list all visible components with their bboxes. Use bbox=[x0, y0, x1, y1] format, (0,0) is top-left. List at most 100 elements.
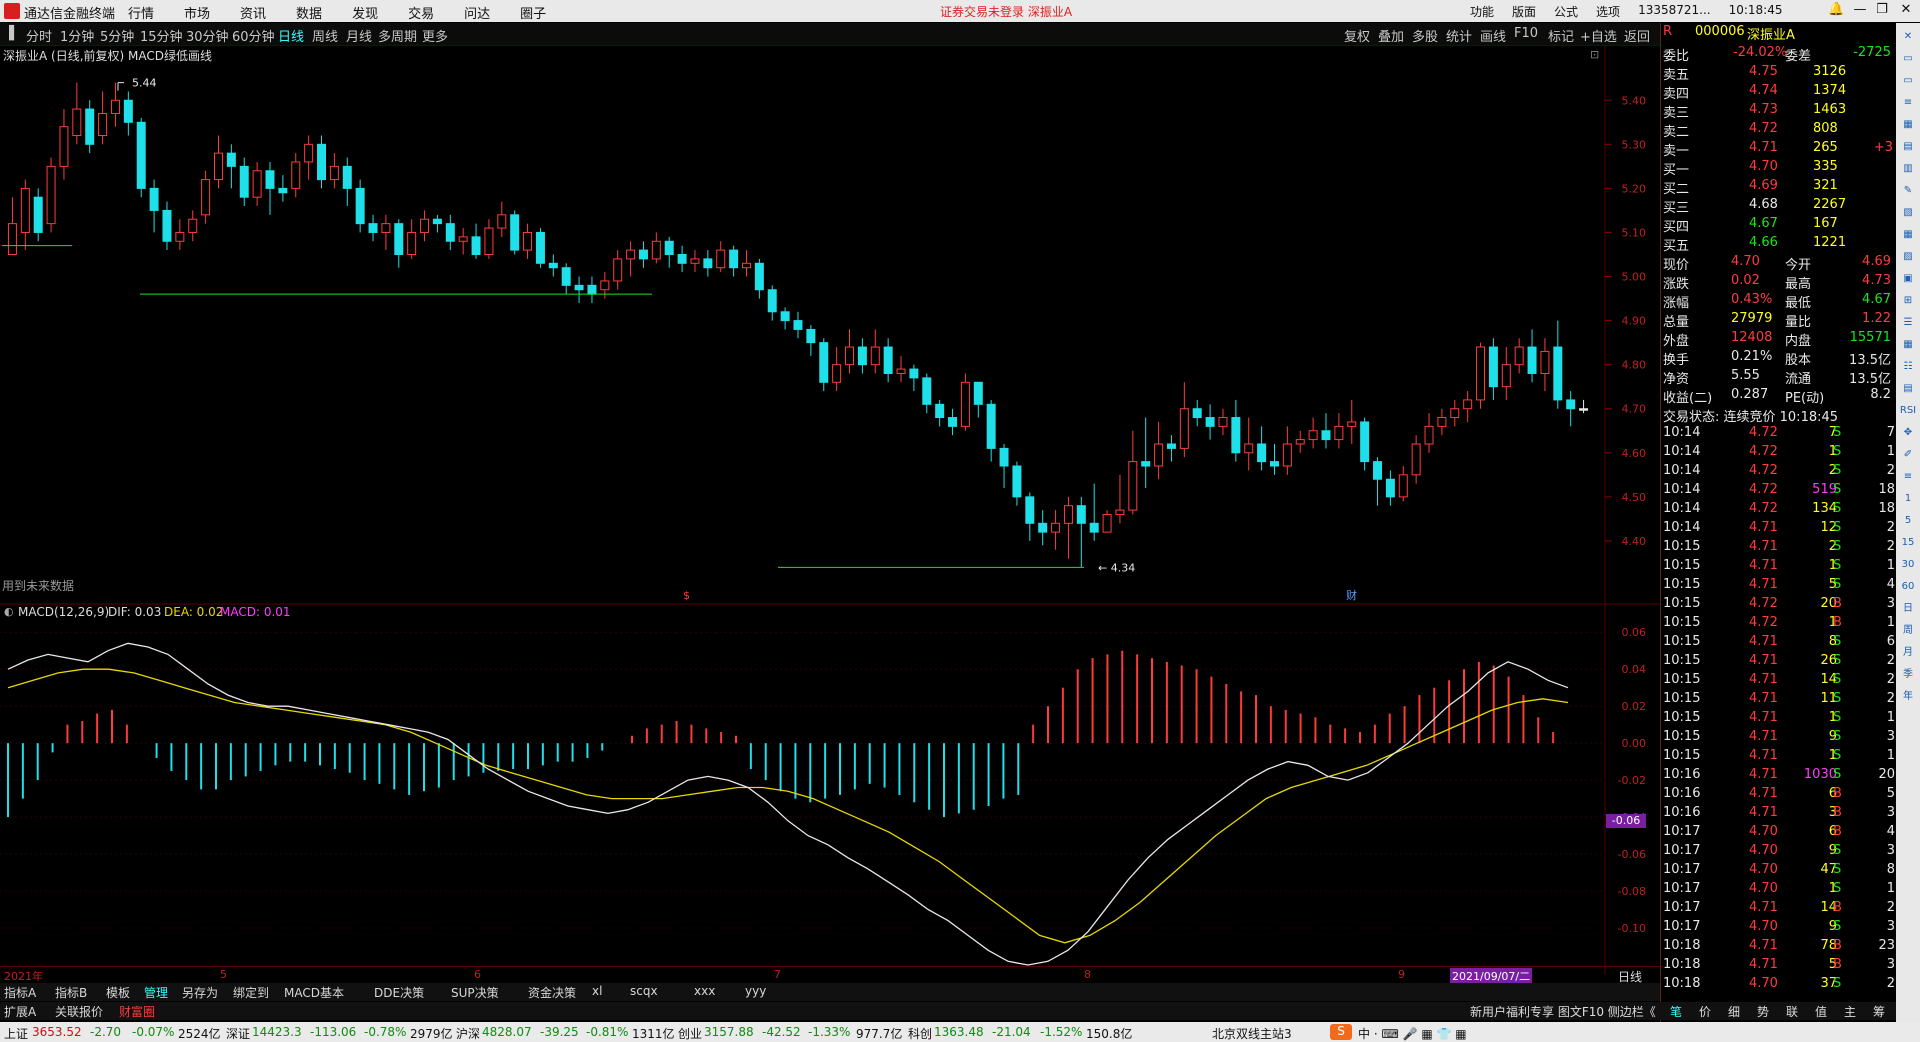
right-tab[interactable]: 值 bbox=[1815, 1003, 1827, 1020]
index-sh-name[interactable]: 上证 bbox=[4, 1025, 28, 1042]
report-icon[interactable]: ▤ bbox=[1899, 381, 1917, 397]
period-daily[interactable]: 日线 bbox=[278, 26, 304, 45]
menu-function[interactable]: 功能 bbox=[1470, 3, 1494, 20]
menu-formula[interactable]: 公式 bbox=[1554, 3, 1578, 20]
menu-discover[interactable]: 发现 bbox=[352, 3, 378, 22]
period-month-icon[interactable]: 月 bbox=[1899, 645, 1917, 661]
index-hs-name[interactable]: 沪深 bbox=[456, 1025, 480, 1042]
tool-draw[interactable]: 画线 bbox=[1480, 26, 1506, 45]
indicator-tab[interactable]: xxx bbox=[694, 984, 715, 998]
tool-add-favorite[interactable]: +自选 bbox=[1580, 26, 1617, 45]
menu-info[interactable]: 资讯 bbox=[240, 3, 266, 22]
indicator-tab[interactable]: SUP决策 bbox=[451, 984, 499, 1001]
tool-mark[interactable]: 标记 bbox=[1548, 26, 1574, 45]
menu-market[interactable]: 市场 bbox=[184, 3, 210, 22]
period-monthly[interactable]: 月线 bbox=[346, 26, 372, 45]
layout-icon[interactable]: ▭ bbox=[1899, 73, 1917, 89]
right-tab[interactable]: 主 bbox=[1844, 1003, 1856, 1020]
chart-icon[interactable]: ▥ bbox=[1899, 161, 1917, 177]
right-tab[interactable]: 价 bbox=[1699, 1003, 1711, 1020]
table-icon[interactable]: ▤ bbox=[1899, 139, 1917, 155]
period-item[interactable]: ▐ bbox=[4, 26, 14, 41]
period-5min[interactable]: 5分钟 bbox=[100, 26, 134, 45]
indicator-tab[interactable]: MACD基本 bbox=[284, 984, 344, 1001]
indicator-tab[interactable]: 模板 bbox=[106, 984, 130, 1001]
indicator-tab[interactable]: 管理 bbox=[144, 984, 168, 1001]
indicator-tab[interactable]: 资金决策 bbox=[528, 984, 576, 1001]
move-icon[interactable]: ✥ bbox=[1899, 425, 1917, 441]
pen-icon[interactable]: ✐ bbox=[1899, 447, 1917, 463]
lines-icon[interactable]: ≡ bbox=[1899, 469, 1917, 485]
period-intraday[interactable]: 分时 bbox=[26, 26, 52, 45]
indicator-tab[interactable]: 绑定到 bbox=[233, 984, 269, 1001]
period-60min[interactable]: 60分钟 bbox=[232, 26, 275, 45]
macd-chart[interactable]: ◐ MACD(12,26,9) DIF: 0.03 DEA: 0.02 MACD… bbox=[0, 605, 1660, 975]
period-1-icon[interactable]: 1 bbox=[1899, 491, 1917, 507]
promo-bar[interactable]: 新用户福利专享 图文F10 侧边栏《 bbox=[1470, 1003, 1656, 1020]
indicator-tab[interactable]: 另存为 bbox=[182, 984, 218, 1001]
index-sz-name[interactable]: 深证 bbox=[226, 1025, 250, 1042]
f10-icon[interactable]: ▨ bbox=[1899, 249, 1917, 265]
tool-overlay[interactable]: 叠加 bbox=[1378, 26, 1404, 45]
extension-tab[interactable]: 财富圈 bbox=[119, 1003, 155, 1020]
right-tab[interactable]: 联 bbox=[1786, 1003, 1798, 1020]
period-30-icon[interactable]: 30 bbox=[1899, 557, 1917, 573]
indicator-tab[interactable]: yyy bbox=[745, 984, 766, 998]
close-panel-icon[interactable]: ✕ bbox=[1899, 29, 1917, 45]
index-kc-name[interactable]: 科创 bbox=[908, 1025, 932, 1042]
period-multi[interactable]: 多周期 bbox=[378, 26, 417, 45]
right-tab[interactable]: 笔 bbox=[1670, 1003, 1682, 1020]
indicator-tab[interactable]: scqx bbox=[630, 984, 658, 998]
period-5-icon[interactable]: 5 bbox=[1899, 513, 1917, 529]
period-weekly[interactable]: 周线 bbox=[312, 26, 338, 45]
period-more[interactable]: 更多 bbox=[422, 26, 448, 45]
draw-icon[interactable]: ✎ bbox=[1899, 183, 1917, 199]
tool-back[interactable]: 返回 bbox=[1624, 26, 1650, 45]
menu-circle[interactable]: 圈子 bbox=[520, 3, 546, 22]
multi-icon[interactable]: ⊞ bbox=[1899, 293, 1917, 309]
indicator-tab[interactable]: 指标B bbox=[55, 984, 87, 1001]
indicator-tab[interactable]: 指标A bbox=[4, 984, 36, 1001]
index-cy-name[interactable]: 创业 bbox=[678, 1025, 702, 1042]
period-quarter-icon[interactable]: 季 bbox=[1899, 667, 1917, 683]
server-name[interactable]: 北京双线主站3 bbox=[1212, 1025, 1292, 1042]
menu-data[interactable]: 数据 bbox=[296, 3, 322, 22]
period-week-icon[interactable]: 周 bbox=[1899, 623, 1917, 639]
period-15-icon[interactable]: 15 bbox=[1899, 535, 1917, 551]
period-day-icon[interactable]: 日 bbox=[1899, 601, 1917, 617]
menu-icon[interactable]: ☰ bbox=[1899, 315, 1917, 331]
menu-trade[interactable]: 交易 bbox=[408, 3, 434, 22]
maximize-icon[interactable]: ❐ bbox=[1874, 2, 1890, 18]
indicator-tab[interactable]: DDE决策 bbox=[374, 984, 424, 1001]
quote-icon[interactable]: ▦ bbox=[1899, 337, 1917, 353]
extension-tab[interactable]: 关联报价 bbox=[55, 1003, 103, 1020]
extension-tab[interactable]: 扩展A bbox=[4, 1003, 36, 1020]
menu-ask[interactable]: 问达 bbox=[464, 3, 490, 22]
sector-icon[interactable]: ▧ bbox=[1899, 205, 1917, 221]
news-icon[interactable]: ▣ bbox=[1899, 271, 1917, 287]
period-1min[interactable]: 1分钟 bbox=[60, 26, 94, 45]
right-tab[interactable]: 势 bbox=[1757, 1003, 1769, 1020]
ime-lang-icon[interactable]: 中 · ⌨ 🎤 ▦ 👕 ▦ bbox=[1358, 1025, 1467, 1042]
right-tab[interactable]: 筹 bbox=[1873, 1003, 1885, 1020]
menu-quotes[interactable]: 行情 bbox=[128, 3, 154, 22]
menu-layout[interactable]: 版面 bbox=[1512, 3, 1536, 20]
indicator-tab[interactable]: xl bbox=[592, 984, 602, 998]
candlestick-chart[interactable]: 深振业A (日线,前复权) MACD绿低画线 ⊡ 用到未来数据 5.40 5.30… bbox=[0, 45, 1660, 605]
tool-multi-stock[interactable]: 多股 bbox=[1412, 26, 1438, 45]
tool-adjust[interactable]: 复权 bbox=[1344, 26, 1370, 45]
menu-options[interactable]: 选项 bbox=[1596, 3, 1620, 20]
board-icon[interactable]: ▦ bbox=[1899, 227, 1917, 243]
bell-icon[interactable]: 🔔 bbox=[1828, 2, 1844, 18]
rsi-icon[interactable]: RSI bbox=[1899, 403, 1917, 419]
period-30min[interactable]: 30分钟 bbox=[186, 26, 229, 45]
window-icon[interactable]: ▭ bbox=[1899, 51, 1917, 67]
right-tab[interactable]: 细 bbox=[1728, 1003, 1740, 1020]
period-year-icon[interactable]: 年 bbox=[1899, 689, 1917, 705]
input-method-icon[interactable]: S bbox=[1330, 1024, 1352, 1040]
login-notice[interactable]: 证券交易未登录 深振业A bbox=[940, 3, 1072, 20]
grid-icon[interactable]: ▦ bbox=[1899, 117, 1917, 133]
tool-stats[interactable]: 统计 bbox=[1446, 26, 1472, 45]
minimize-icon[interactable]: — bbox=[1852, 2, 1868, 18]
tool-f10[interactable]: F10 bbox=[1514, 26, 1538, 41]
